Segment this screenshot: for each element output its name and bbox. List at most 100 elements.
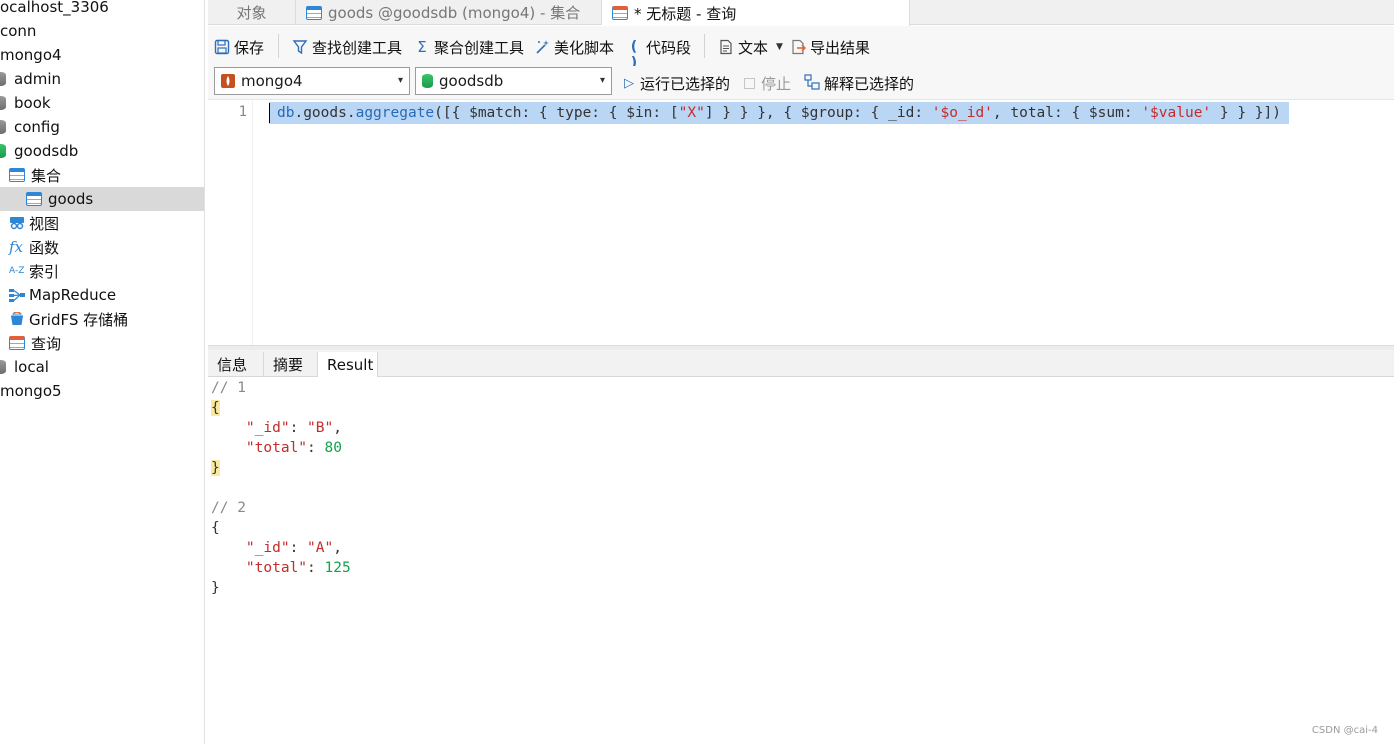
- tree-db-local[interactable]: local: [0, 355, 204, 379]
- tree-connection-mongo4[interactable]: mongo4: [0, 43, 204, 67]
- json-key: "_id": [245, 420, 290, 436]
- tree-label: goods: [48, 190, 94, 208]
- tree-label: mongo5: [0, 382, 62, 400]
- save-icon: [214, 39, 230, 55]
- tab-info[interactable]: 信息: [208, 352, 264, 377]
- text-mode-label: 文本: [738, 38, 769, 57]
- tree-label: admin: [14, 70, 61, 88]
- tree-label: MapReduce: [29, 286, 117, 304]
- function-icon: fx: [9, 238, 24, 256]
- result-field-id: "_id": "A",: [245, 540, 342, 556]
- tree-label: mongo4: [0, 46, 62, 64]
- text-mode-dropdown[interactable]: 文本 ▼: [718, 36, 783, 58]
- export-icon: [790, 39, 806, 55]
- tab-untitled-query[interactable]: * 无标题 - 查询: [602, 0, 910, 26]
- braces-icon: ( ): [630, 39, 638, 71]
- database-icon: [0, 96, 6, 110]
- collection-icon: [26, 192, 42, 206]
- save-button[interactable]: 保存: [214, 36, 264, 58]
- database-icon: [0, 144, 6, 158]
- result-tab-bar: 信息 摘要 Result: [208, 350, 1394, 378]
- code-token: '$value': [1141, 105, 1212, 121]
- beautify-script-button[interactable]: 美化脚本: [534, 36, 614, 58]
- code-token: .: [294, 105, 304, 121]
- tree-folder-collections[interactable]: 集合: [0, 163, 204, 187]
- tree-folder-mapreduce[interactable]: MapReduce: [0, 283, 204, 307]
- result-output[interactable]: // 1 { "_id": "B", "total": 80 } // 2 { …: [208, 377, 1394, 744]
- line-number: 1: [238, 104, 247, 120]
- run-selected-button[interactable]: ▷ 运行已选择的: [624, 73, 730, 94]
- tab-objects[interactable]: 对象: [208, 0, 296, 25]
- json-key: "total": [245, 560, 308, 576]
- mongodb-leaf-icon: [221, 74, 235, 88]
- code-token: goods: [303, 105, 347, 121]
- tree-label: 索引: [29, 262, 60, 281]
- tab-label: Result: [327, 356, 374, 374]
- tree-connection-mongo5[interactable]: mongo5: [0, 379, 204, 403]
- database-icon: [422, 74, 433, 88]
- tree-db-goodsdb[interactable]: goodsdb: [0, 139, 204, 163]
- tab-label: 信息: [217, 356, 248, 374]
- bucket-icon: [9, 311, 23, 326]
- tree-folder-views[interactable]: 视图: [0, 211, 204, 235]
- tree-db-book[interactable]: book: [0, 91, 204, 115]
- json-value: "B": [307, 420, 334, 436]
- collection-folder-icon: [9, 168, 25, 182]
- tree-folder-gridfs[interactable]: GridFS 存储桶: [0, 307, 204, 331]
- mapreduce-icon: [9, 288, 25, 302]
- tree-folder-functions[interactable]: fx 函数: [0, 235, 204, 259]
- result-brace-close: }: [211, 460, 220, 476]
- watermark: CSDN @cai-4: [1311, 725, 1378, 736]
- query-toolbar: 保存 查找创建工具 Σ 聚合创建工具 美化脚本 ( ) 代码段 文本 ▼ 导出结…: [208, 26, 1394, 72]
- json-value: "A": [307, 540, 334, 556]
- database-select[interactable]: goodsdb ▾: [415, 67, 612, 95]
- line-number-gutter: 1: [208, 101, 253, 345]
- result-field-total: "total": 80: [245, 440, 342, 456]
- tree-label: 视图: [29, 214, 60, 233]
- query-editor[interactable]: 1 db.goods.aggregate([{ $match: { type: …: [208, 101, 1394, 345]
- tab-label: 对象: [236, 4, 267, 22]
- database-value: goodsdb: [439, 72, 504, 90]
- code-token: .: [346, 105, 356, 121]
- tree-collection-goods[interactable]: goods: [0, 187, 204, 211]
- tree-folder-queries[interactable]: 查询: [0, 331, 204, 355]
- connection-value: mongo4: [241, 72, 303, 90]
- tab-label: goods @goodsdb (mongo4) - 集合: [328, 4, 581, 22]
- code-token: "X": [678, 105, 705, 121]
- code-line-selected[interactable]: db.goods.aggregate([{ $match: { type: { …: [269, 102, 1289, 124]
- index-icon: A-Z: [9, 266, 25, 276]
- find-builder-button[interactable]: 查找创建工具: [292, 36, 402, 58]
- export-results-button[interactable]: 导出结果: [790, 36, 870, 58]
- view-icon: [9, 216, 24, 230]
- tree-connection-conn[interactable]: conn: [0, 19, 204, 43]
- explain-selected-button[interactable]: 解释已选择的: [804, 73, 914, 94]
- tree-folder-indexes[interactable]: A-Z 索引: [0, 259, 204, 283]
- json-key: "total": [245, 440, 308, 456]
- tab-summary[interactable]: 摘要: [264, 352, 318, 377]
- connection-select[interactable]: mongo4 ▾: [214, 67, 410, 95]
- tab-result[interactable]: Result: [318, 352, 378, 378]
- document-tab-bar: 对象 goods @goodsdb (mongo4) - 集合 * 无标题 - …: [208, 0, 1394, 26]
- result-field-total: "total": 125: [245, 560, 351, 576]
- stop-icon: [744, 78, 755, 89]
- collection-icon: [306, 5, 322, 20]
- chevron-down-icon: ▾: [599, 75, 605, 86]
- stop-button[interactable]: 停止: [744, 73, 791, 94]
- aggregate-builder-button[interactable]: Σ 聚合创建工具: [414, 36, 524, 58]
- magic-wand-icon: [534, 39, 550, 55]
- code-snippet-button[interactable]: ( ) 代码段: [626, 36, 691, 72]
- tree-label: 函数: [29, 238, 60, 257]
- funnel-icon: [292, 39, 308, 55]
- tree-connection-localhost[interactable]: ocalhost_3306: [0, 0, 204, 19]
- code-token: db: [277, 105, 295, 121]
- tree-db-admin[interactable]: admin: [0, 67, 204, 91]
- sigma-icon: Σ: [417, 38, 427, 56]
- database-icon: [0, 360, 6, 374]
- tab-label: 摘要: [273, 356, 304, 374]
- chevron-down-icon: ▾: [397, 75, 403, 86]
- document-icon: [718, 39, 734, 55]
- tab-goods-collection[interactable]: goods @goodsdb (mongo4) - 集合: [296, 0, 602, 25]
- code-token: } } }]): [1211, 105, 1281, 121]
- tree-db-config[interactable]: config: [0, 115, 204, 139]
- code-token: ([{ $match: { type: { $in: [: [434, 105, 679, 121]
